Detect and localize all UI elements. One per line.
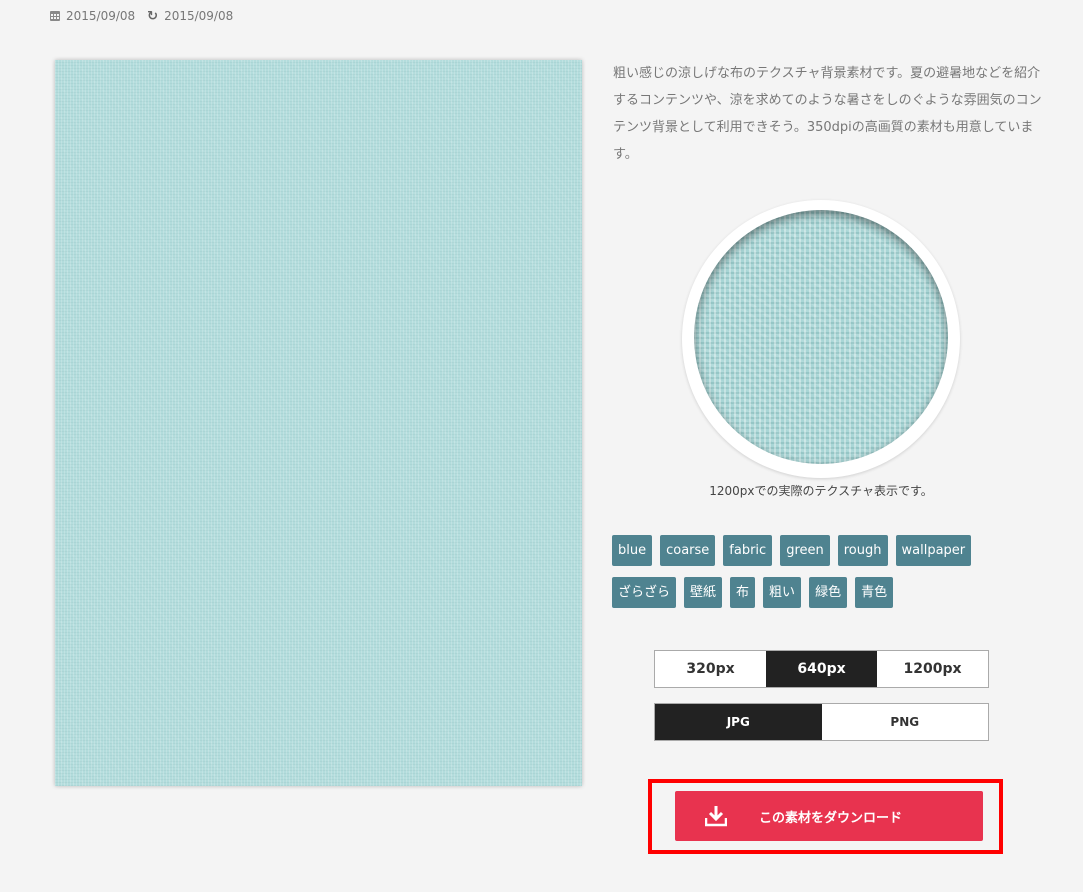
calendar-icon	[50, 11, 60, 21]
zoom-caption: 1200pxでの実際のテクスチャ表示です。	[709, 484, 933, 498]
tag[interactable]: green	[780, 535, 830, 566]
texture-preview-image	[55, 60, 582, 786]
zoom-preview-image	[694, 210, 948, 464]
size-option-320[interactable]: 320px	[655, 651, 766, 687]
published-date: 2015/09/08	[66, 9, 136, 23]
tag[interactable]: coarse	[660, 535, 716, 566]
tag[interactable]: fabric	[723, 535, 773, 566]
tag[interactable]: rough	[837, 535, 888, 566]
tag[interactable]: ざらざら	[612, 577, 677, 608]
tag[interactable]: 青色	[855, 577, 894, 608]
zoom-preview-frame	[682, 200, 960, 478]
tag[interactable]: 粗い	[763, 577, 802, 608]
tag-row: blue coarse fabric green rough wallpaper	[612, 535, 1012, 566]
tag-list: blue coarse fabric green rough wallpaper…	[612, 535, 1012, 619]
updated-date: 2015/09/08	[164, 9, 234, 23]
download-label: この素材をダウンロード	[759, 810, 903, 826]
tag-row: ざらざら 壁紙 布 粗い 緑色 青色	[612, 577, 1012, 608]
download-icon	[704, 805, 728, 827]
format-selector: JPG PNG	[654, 703, 989, 741]
tag[interactable]: 壁紙	[684, 577, 723, 608]
tag[interactable]: wallpaper	[895, 535, 972, 566]
size-option-640[interactable]: 640px	[766, 651, 877, 687]
texture-description: 粗い感じの涼しげな布のテクスチャ背景素材です。夏の避暑地などを紹介するコンテンツ…	[613, 66, 1042, 162]
tag[interactable]: 布	[730, 577, 756, 608]
download-button[interactable]: この素材をダウンロード	[675, 791, 983, 841]
refresh-icon: ↻	[147, 8, 159, 24]
tag[interactable]: blue	[612, 535, 653, 566]
size-option-1200[interactable]: 1200px	[877, 651, 988, 687]
post-meta: 2015/09/08 ↻ 2015/09/08	[50, 9, 245, 23]
size-selector: 320px 640px 1200px	[654, 650, 989, 688]
format-option-jpg[interactable]: JPG	[655, 704, 822, 740]
format-option-png[interactable]: PNG	[821, 704, 988, 740]
tag[interactable]: 緑色	[809, 577, 848, 608]
